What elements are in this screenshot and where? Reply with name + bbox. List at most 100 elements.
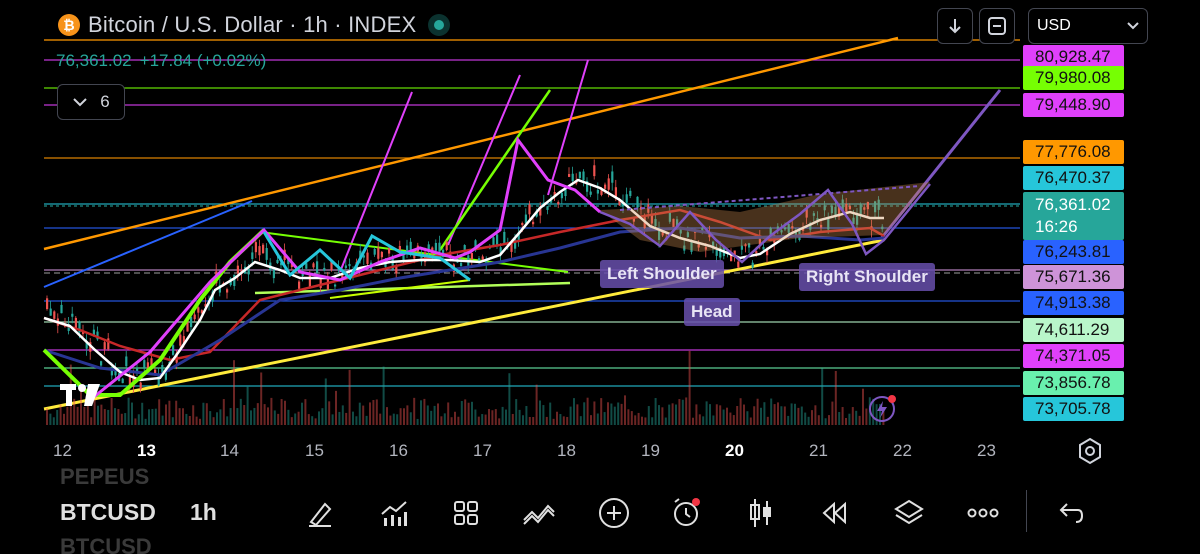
volume-bar	[399, 408, 402, 425]
candle-body	[276, 259, 279, 264]
volume-bar	[314, 418, 317, 425]
volume-bar	[365, 415, 368, 425]
volume-bar	[532, 417, 535, 425]
alert-button[interactable]	[668, 495, 704, 531]
symbol-title[interactable]: Bitcoin / U.S. Dollar · 1h · INDEX	[88, 12, 416, 38]
candle-body	[470, 252, 473, 260]
volume-bar	[596, 413, 599, 425]
volume-bar	[790, 403, 793, 425]
candle-body	[60, 304, 63, 314]
volume-bar	[848, 413, 851, 425]
volume-bar	[804, 412, 807, 425]
volume-bar	[110, 397, 113, 425]
time-axis-label: 19	[641, 441, 660, 460]
candle-body	[604, 184, 607, 189]
objects-tree-button[interactable]	[891, 495, 927, 531]
candle-body	[395, 266, 398, 274]
volume-bar	[753, 406, 756, 425]
volume-bar	[426, 405, 429, 425]
time-axis-label: 20	[725, 441, 744, 460]
symbol-selector[interactable]: BTCUSD	[60, 499, 156, 526]
volume-bar	[324, 378, 327, 425]
candle-body	[434, 242, 437, 251]
interval-selector[interactable]: 1h	[190, 499, 217, 526]
volume-bar	[732, 415, 735, 425]
volume-bar	[535, 384, 538, 425]
volume-bar	[250, 410, 252, 425]
volume-bar	[345, 412, 348, 425]
add-button[interactable]	[596, 495, 632, 531]
volume-bar	[783, 406, 786, 425]
volume-bar	[603, 412, 606, 425]
candle-body	[143, 360, 146, 368]
volume-bar	[681, 399, 684, 425]
volume-bar	[627, 409, 630, 425]
volume-bar	[311, 416, 314, 425]
volume-bar	[134, 418, 137, 425]
layouts-button[interactable]	[448, 495, 484, 531]
download-button[interactable]	[937, 8, 973, 44]
volume-bar	[821, 368, 824, 425]
candle-body	[560, 192, 563, 199]
candle-body	[524, 214, 527, 224]
draw-icon	[309, 502, 332, 527]
volume-bar	[692, 417, 694, 425]
candle-body	[100, 361, 103, 366]
right-shoulder-label: Right Shoulder	[799, 263, 935, 291]
volume-bar	[814, 405, 817, 425]
indicators-toggle-button[interactable]: 6	[57, 84, 125, 120]
undo-icon	[1059, 503, 1084, 523]
volume-bar	[263, 404, 266, 425]
volume-bar	[481, 414, 484, 425]
settings-icon[interactable]	[1076, 437, 1104, 465]
volume-bar	[158, 399, 161, 425]
lightning-icon[interactable]	[868, 394, 898, 424]
candle-body	[596, 189, 599, 194]
volume-bar	[256, 403, 259, 425]
candle-body	[438, 242, 441, 252]
fullscreen-button[interactable]	[979, 8, 1015, 44]
volume-bar	[715, 404, 718, 425]
candle-body	[46, 298, 49, 310]
chevron-down-icon	[73, 98, 87, 107]
replay-button[interactable]	[816, 495, 852, 531]
chart-area[interactable]: ₿ Bitcoin / U.S. Dollar · 1h · INDEX 76,…	[0, 0, 1200, 470]
volume-bar	[358, 402, 361, 425]
volume-bar	[671, 403, 674, 425]
market-status-icon[interactable]	[428, 14, 451, 36]
volume-bar	[678, 399, 681, 425]
volume-bar	[845, 417, 847, 425]
compare-button[interactable]	[521, 495, 557, 531]
volume-bar	[124, 413, 127, 425]
next-symbol-ghost[interactable]: BTCUSD	[60, 534, 152, 554]
candle-body	[568, 174, 571, 177]
candle-body	[611, 171, 614, 183]
volume-bar	[83, 406, 86, 425]
candle-body	[571, 173, 574, 182]
undo-button[interactable]	[1052, 495, 1088, 531]
volume-bar	[375, 399, 378, 425]
volume-bar	[743, 404, 745, 425]
volume-bar	[168, 400, 171, 425]
volume-bar	[722, 409, 725, 425]
previous-symbol-ghost[interactable]: PEPEUS	[60, 464, 149, 490]
volume-bar	[253, 407, 256, 425]
volume-bar	[511, 413, 514, 425]
volume-bar	[607, 402, 609, 425]
price-axis-value: 73,705.78	[1035, 399, 1111, 418]
volume-bar	[409, 412, 412, 425]
price-axis-value: 76,361.02	[1035, 195, 1111, 214]
volume-bar	[525, 406, 528, 425]
candle-body	[312, 263, 315, 268]
volume-bar	[719, 405, 722, 425]
volume-bar	[556, 411, 558, 425]
volume-bar	[202, 402, 205, 425]
candle-body	[532, 221, 535, 225]
currency-select[interactable]: USD	[1028, 8, 1148, 44]
volume-bar	[528, 416, 531, 425]
indicators-button[interactable]	[376, 495, 412, 531]
draw-button[interactable]	[302, 495, 338, 531]
more-button[interactable]	[965, 495, 1001, 531]
chart-type-button[interactable]	[743, 495, 779, 531]
price-axis-label: 74,371.05	[1023, 344, 1124, 368]
